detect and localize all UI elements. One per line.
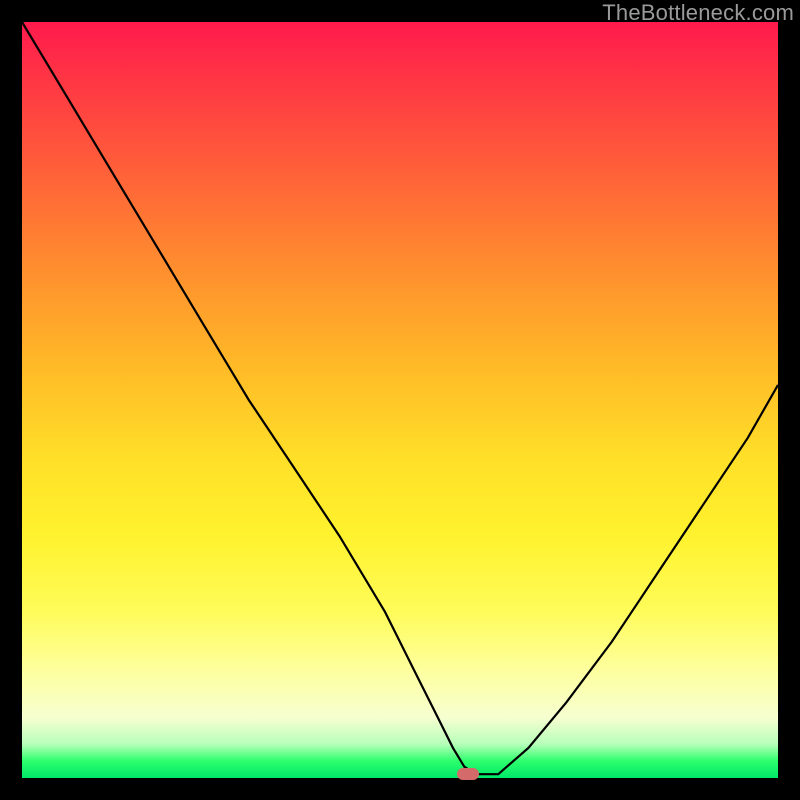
chart-frame: TheBottleneck.com — [0, 0, 800, 800]
optimum-marker — [457, 768, 479, 780]
plot-area — [22, 22, 778, 778]
watermark-text: TheBottleneck.com — [602, 0, 794, 26]
bottleneck-curve — [22, 22, 778, 778]
